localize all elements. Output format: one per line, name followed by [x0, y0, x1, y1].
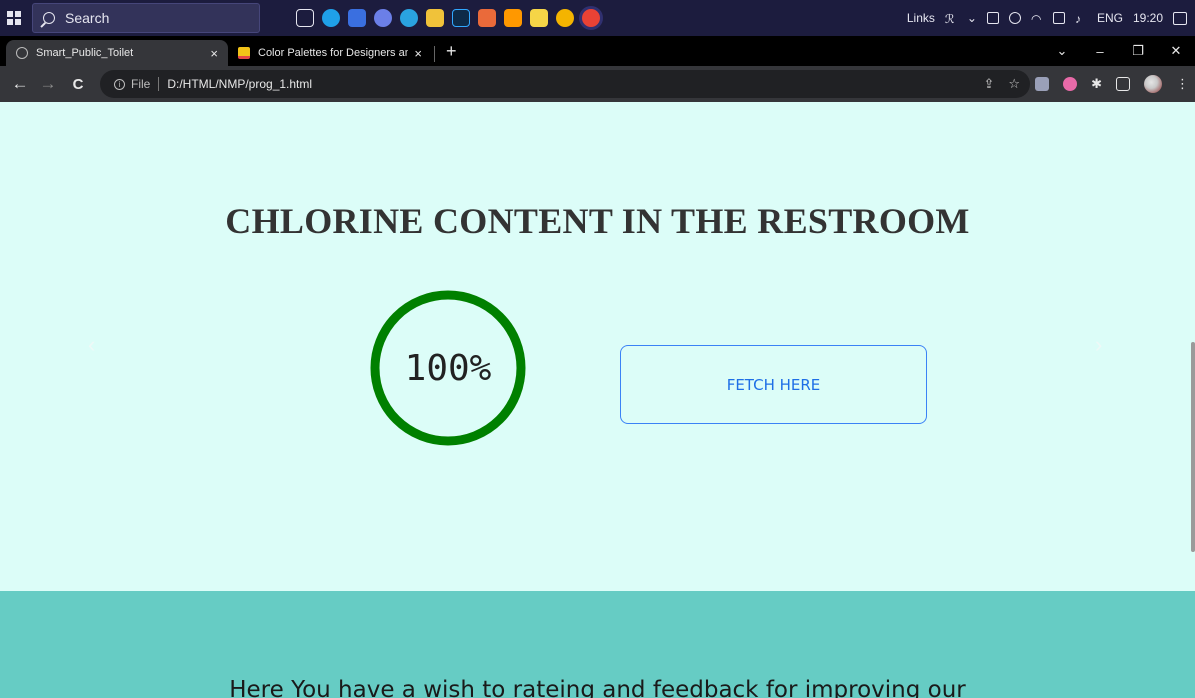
battery-icon[interactable] [986, 12, 999, 24]
fetch-button[interactable]: FETCH HERE [620, 345, 927, 424]
info-icon[interactable]: i [114, 78, 125, 90]
taskbar-search[interactable]: Search [32, 3, 260, 33]
heart-extension-icon[interactable] [1063, 77, 1078, 91]
palette-icon [238, 47, 250, 59]
chrome-icon[interactable] [556, 9, 574, 27]
web-page: CHLORINE CONTENT IN THE RESTROOM ‹ 100% … [0, 102, 1195, 698]
start-button[interactable] [0, 0, 28, 36]
bookmark-star-icon[interactable]: ☆ [1008, 76, 1020, 92]
app-icon[interactable] [374, 9, 392, 27]
system-tray: Links ℛ ⌄ ◠ ♪ ENG 19:20 [907, 0, 1187, 36]
sublime-icon[interactable] [504, 9, 522, 27]
chrome-active-icon[interactable] [582, 9, 600, 27]
people-icon[interactable]: ℛ [945, 12, 957, 26]
tab-title: Color Palettes for Designers and [258, 47, 409, 59]
tab-color-palettes[interactable]: Color Palettes for Designers and × [228, 40, 432, 66]
address-bar[interactable]: i File D:/HTML/NMP/prog_1.html ⇪ ☆ [100, 70, 1030, 98]
app-icon[interactable] [478, 9, 496, 27]
windows-logo-icon [7, 11, 21, 25]
minimize-button[interactable]: – [1081, 44, 1119, 59]
avatar[interactable] [1144, 75, 1162, 93]
notification-icon[interactable] [1173, 11, 1187, 25]
new-tab-button[interactable]: + [446, 41, 457, 62]
chlorine-gauge: 100% [358, 288, 538, 448]
side-panel-icon[interactable] [1116, 77, 1130, 91]
page-title: CHLORINE CONTENT IN THE RESTROOM [225, 201, 970, 241]
tab-search-icon[interactable]: ⌄ [1043, 43, 1081, 59]
edge-icon[interactable] [322, 9, 340, 27]
chlorine-section: CHLORINE CONTENT IN THE RESTROOM ‹ 100% … [0, 102, 1195, 591]
close-icon[interactable]: × [414, 46, 422, 61]
chevron-down-icon[interactable]: ⌄ [967, 11, 977, 25]
taskbar-search-placeholder: Search [65, 10, 110, 26]
browser-toolbar: ← → C i File D:/HTML/NMP/prog_1.html ⇪ ☆ [0, 66, 1195, 102]
clock[interactable]: 19:20 [1133, 11, 1163, 25]
restore-button[interactable]: ❐ [1119, 43, 1157, 59]
omnibox-actions: ⇪ ☆ [983, 70, 1020, 98]
puzzle-icon[interactable]: ✱ [1091, 76, 1102, 92]
menu-icon[interactable]: ⋮ [1176, 76, 1189, 92]
os-taskbar: Search Links ℛ ⌄ ◠ ♪ ENG 19:20 [0, 0, 1195, 36]
tray-links-label[interactable]: Links [907, 11, 935, 25]
back-button[interactable]: ← [8, 74, 32, 94]
globe-icon [16, 47, 28, 59]
telegram-icon[interactable] [400, 9, 418, 27]
search-icon [43, 12, 55, 24]
tab-title: Smart_Public_Toilet [36, 47, 134, 59]
volume-icon[interactable]: ♪ [1075, 12, 1087, 26]
omnibox-divider [158, 77, 160, 91]
url-text[interactable]: D:/HTML/NMP/prog_1.html [167, 77, 312, 91]
task-view-icon[interactable] [296, 9, 314, 27]
carousel-prev-icon[interactable]: ‹ [88, 332, 95, 358]
scheme-label: File [131, 77, 151, 91]
globe-icon[interactable] [1008, 12, 1021, 24]
feedback-section: Here You have a wish to rateing and feed… [0, 591, 1195, 698]
wifi-icon[interactable]: ◠ [1031, 12, 1043, 26]
close-icon[interactable]: × [210, 46, 218, 61]
notepad-icon[interactable] [530, 9, 548, 27]
close-window-button[interactable]: ✕ [1157, 43, 1195, 59]
store-icon[interactable] [348, 9, 366, 27]
extension-icon[interactable] [1035, 77, 1050, 91]
scrollbar[interactable] [1191, 342, 1195, 552]
tab-divider [434, 46, 435, 62]
taskbar-apps [296, 9, 600, 27]
file-explorer-icon[interactable] [426, 9, 444, 27]
tab-smart-public-toilet[interactable]: Smart_Public_Toilet × [6, 40, 228, 66]
share-icon[interactable]: ⇪ [983, 76, 994, 92]
extension-icons: ✱ ⋮ [1035, 66, 1189, 102]
gauge-value: 100% [404, 347, 492, 389]
forward-button[interactable]: → [36, 74, 60, 94]
language-indicator[interactable]: ENG [1097, 11, 1123, 25]
window-controls: ⌄ – ❐ ✕ [1043, 36, 1195, 66]
display-icon[interactable] [1052, 12, 1065, 24]
browser-tabbar: Smart_Public_Toilet × Color Palettes for… [0, 36, 1195, 66]
feedback-heading: Here You have a wish to rateing and feed… [229, 677, 966, 698]
photoshop-icon[interactable] [452, 9, 470, 27]
carousel-next-icon[interactable]: › [1095, 332, 1102, 358]
reload-button[interactable]: C [66, 76, 90, 93]
